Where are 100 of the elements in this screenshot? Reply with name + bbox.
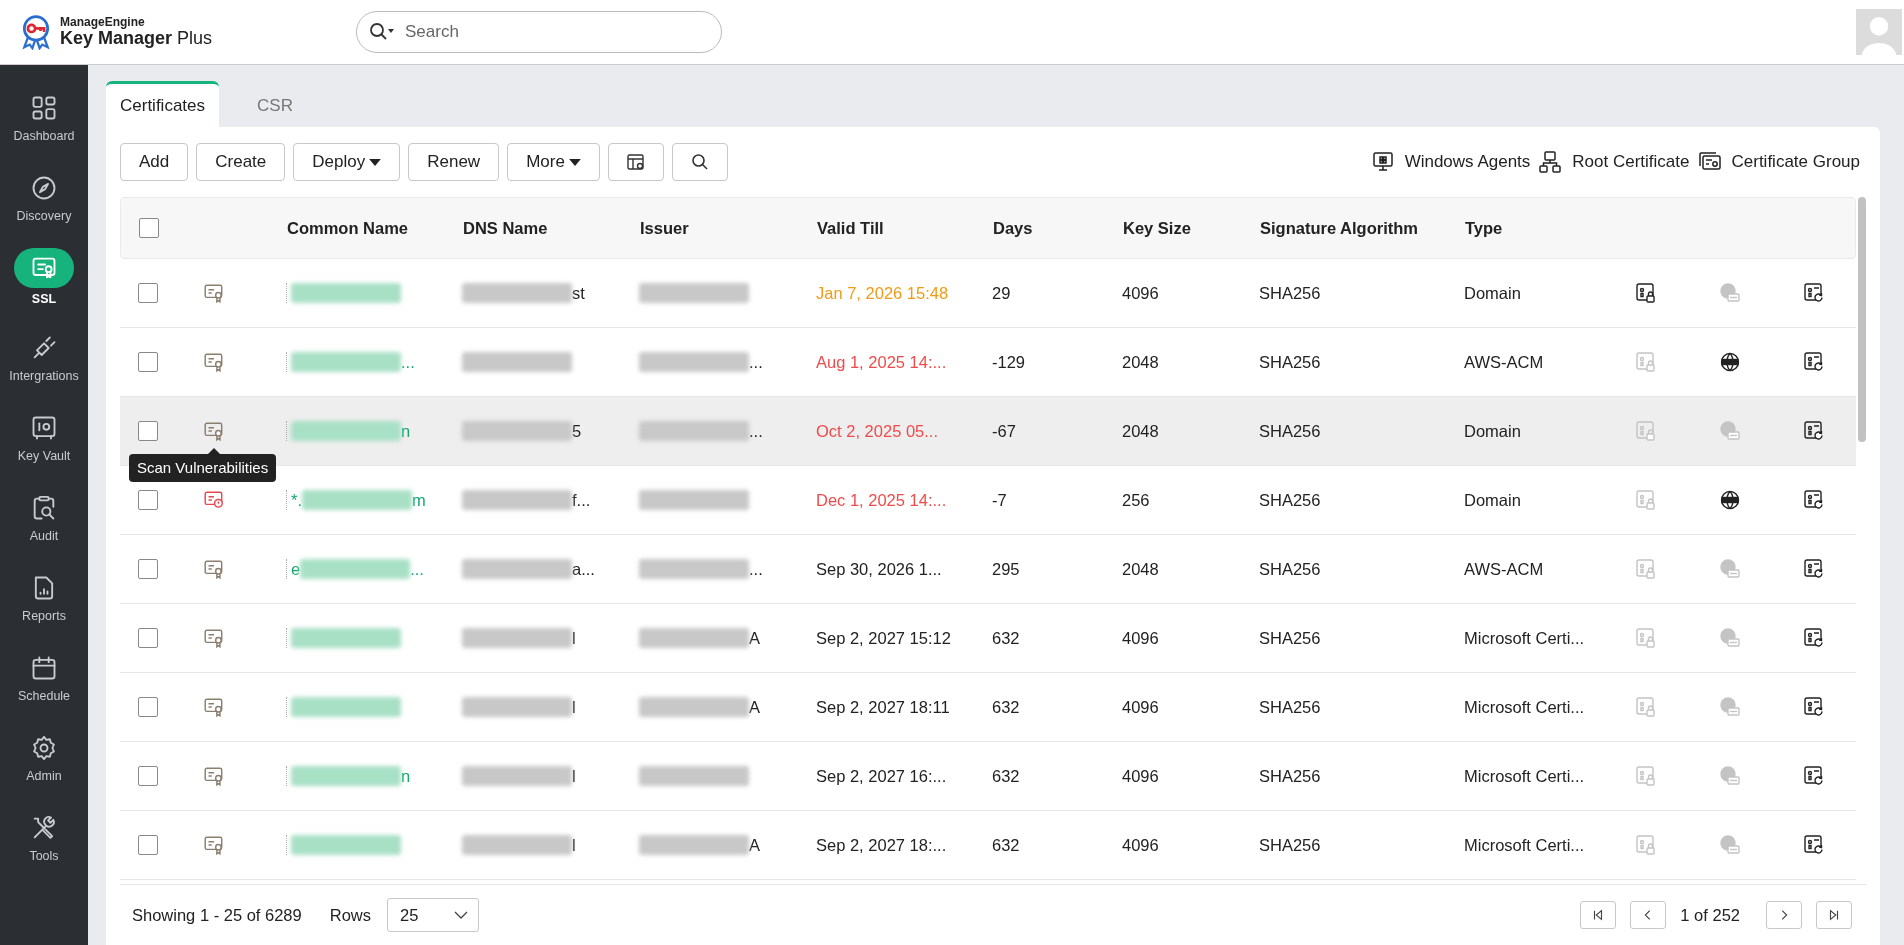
certificate-icon[interactable]	[203, 351, 225, 373]
grid-icon	[30, 94, 58, 122]
first-page-button[interactable]	[1580, 901, 1617, 929]
certificate-icon[interactable]	[203, 696, 225, 718]
sidebar-item[interactable]: SSL	[0, 237, 88, 317]
sidebar-item[interactable]: Admin	[0, 717, 88, 797]
chevron-down-icon	[454, 911, 468, 919]
column-header[interactable]: Signature Algorithm	[1260, 218, 1465, 238]
row-checkbox[interactable]	[138, 421, 158, 441]
renew-certificate-icon[interactable]	[1803, 282, 1825, 304]
certificate-icon[interactable]	[203, 834, 225, 856]
sidebar-item[interactable]: Key Vault	[0, 397, 88, 477]
select-all-checkbox[interactable]	[139, 218, 159, 238]
sidebar-item[interactable]: Audit	[0, 477, 88, 557]
lock-certificate-icon[interactable]	[1635, 282, 1657, 304]
column-header[interactable]: Issuer	[640, 218, 817, 238]
brand-company: ManageEngine	[60, 15, 146, 29]
dns-globe-icon[interactable]	[1719, 489, 1741, 511]
table-cell: A	[749, 628, 760, 648]
table-cell: l	[572, 835, 576, 855]
column-header[interactable]: DNS Name	[463, 218, 640, 238]
renew-certificate-icon[interactable]	[1803, 420, 1825, 442]
column-header[interactable]: Days	[993, 218, 1123, 238]
column-settings-button[interactable]	[607, 143, 664, 181]
renew-certificate-icon[interactable]	[1803, 627, 1825, 649]
row-checkbox[interactable]	[138, 697, 158, 717]
search-input[interactable]: Search	[405, 20, 709, 44]
renew-certificate-icon[interactable]	[1803, 765, 1825, 787]
table-settings-icon	[625, 152, 646, 172]
table-cell: 632	[992, 766, 1020, 786]
sidebar-item[interactable]: Intergrations	[0, 317, 88, 397]
monitor-icon	[1370, 150, 1395, 174]
toolbar-link[interactable]: Root Certificate	[1538, 150, 1690, 174]
toolbar-link[interactable]: Windows Agents	[1370, 150, 1531, 174]
compass-icon	[30, 174, 58, 202]
sidebar-item[interactable]: Discovery	[0, 157, 88, 237]
tab[interactable]: Certificates	[106, 81, 220, 127]
search-button[interactable]	[671, 143, 728, 181]
dns-globe-icon[interactable]	[1719, 351, 1741, 373]
toolbar-link[interactable]: Certificate Group	[1697, 150, 1860, 174]
table-cell: 4096	[1122, 628, 1159, 648]
page-indicator: 1 of 252	[1680, 905, 1740, 925]
column-header[interactable]: Key Size	[1123, 218, 1260, 238]
row-checkbox[interactable]	[138, 628, 158, 648]
table-cell: 2048	[1122, 421, 1159, 441]
table-cell: -129	[992, 352, 1026, 372]
sidebar-item[interactable]: Reports	[0, 557, 88, 637]
renew-certificate-icon[interactable]	[1803, 489, 1825, 511]
search-icon[interactable]	[369, 22, 395, 42]
table-cell: 4096	[1122, 835, 1159, 855]
renew-certificate-icon[interactable]	[1803, 351, 1825, 373]
certificate-icon[interactable]	[203, 282, 225, 304]
row-checkbox[interactable]	[138, 490, 158, 510]
table-cell: l	[572, 628, 576, 648]
table-cell: Jan 7, 2026 15:48	[816, 283, 949, 303]
table-cell: 632	[992, 697, 1020, 717]
toolbar-button[interactable]: Add	[120, 143, 189, 181]
row-checkbox[interactable]	[138, 283, 158, 303]
table-cell: SHA256	[1259, 628, 1321, 648]
renew-certificate-icon[interactable]	[1803, 558, 1825, 580]
product-name: Key Manager Plus	[60, 28, 213, 49]
table-cell: 2048	[1122, 559, 1159, 579]
table-cell: f...	[572, 490, 591, 510]
sidebar-item[interactable]: Dashboard	[0, 77, 88, 157]
toolbar-button[interactable]: Renew	[408, 143, 500, 181]
certificate-icon[interactable]	[203, 489, 225, 511]
table-cell: Domain	[1464, 421, 1521, 441]
rows-per-page-dropdown[interactable]: 25	[387, 898, 479, 932]
table-cell: Oct 2, 2025 05...	[816, 421, 938, 441]
sidebar-item[interactable]: Tools	[0, 797, 88, 877]
table-cell: 4096	[1122, 697, 1159, 717]
dropdown-button[interactable]: More	[507, 143, 600, 181]
renew-certificate-icon[interactable]	[1803, 696, 1825, 718]
table-cell: a...	[572, 559, 595, 579]
row-checkbox[interactable]	[138, 559, 158, 579]
table-cell: Domain	[1464, 283, 1521, 303]
row-checkbox[interactable]	[138, 766, 158, 786]
column-header[interactable]: Valid Till	[817, 218, 993, 238]
table-cell: 4096	[1122, 283, 1159, 303]
certificate-icon[interactable]	[203, 765, 225, 787]
certificate-icon[interactable]	[203, 627, 225, 649]
row-checkbox[interactable]	[138, 352, 158, 372]
column-header[interactable]: Type	[1465, 218, 1605, 238]
rows-label: Rows	[329, 905, 371, 925]
last-page-button[interactable]	[1816, 901, 1852, 929]
certificate-icon[interactable]	[203, 420, 225, 442]
table-cell: SHA256	[1259, 835, 1321, 855]
tab[interactable]: CSR	[231, 81, 320, 127]
sidebar-item[interactable]: Schedule	[0, 637, 88, 717]
dropdown-button[interactable]: Deploy	[293, 143, 401, 181]
toolbar-button[interactable]: Create	[196, 143, 286, 181]
row-checkbox[interactable]	[138, 835, 158, 855]
table-cell: 632	[992, 835, 1020, 855]
renew-certificate-icon[interactable]	[1803, 834, 1825, 856]
table-cell: -67	[992, 421, 1016, 441]
table-cell: Sep 2, 2027 15:12	[816, 628, 951, 648]
column-header[interactable]: Common Name	[287, 218, 463, 238]
scrollbar[interactable]	[1858, 197, 1866, 442]
table-cell: Sep 2, 2027 18:11	[816, 697, 950, 717]
certificate-icon[interactable]	[203, 558, 225, 580]
